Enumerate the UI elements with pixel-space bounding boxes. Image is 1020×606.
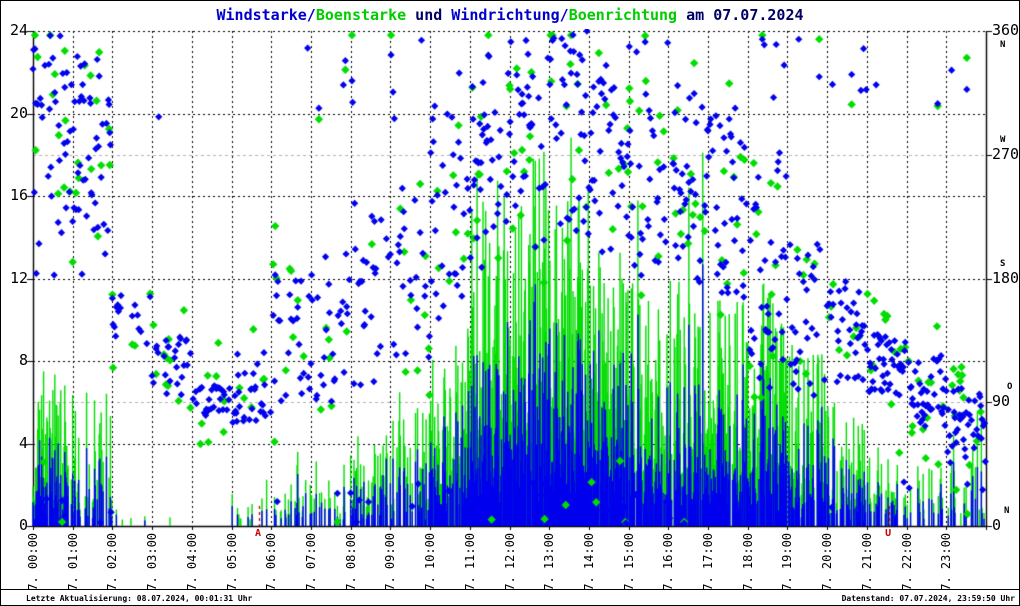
title-windrichtung: Windrichtung [451, 6, 560, 24]
compass-letter: N [1004, 506, 1010, 516]
y-left-tick-label: 24 [9, 21, 28, 39]
x-tick-label: 07. 03:00 [145, 532, 160, 598]
x-tick-label: 07. 10:00 [423, 532, 438, 598]
x-tick-label: 07. 08:00 [343, 532, 358, 598]
y-left-tick-label: 4 [18, 433, 28, 452]
x-tick-label: 07. 18:00 [740, 532, 755, 598]
x-tick-label: 07. 21:00 [859, 532, 874, 598]
x-tick-label: 07. 14:00 [581, 532, 596, 598]
y-left-tick-label: 16 [9, 186, 28, 204]
title-boenrichtung: Boenrichtung [568, 6, 678, 24]
x-tick-label: 07. 07:00 [303, 532, 318, 598]
x-tick-label: 07. 06:00 [264, 532, 279, 598]
x-tick-label: 07. 11:00 [462, 532, 477, 598]
x-tick-label: 07. 22:00 [899, 532, 914, 598]
x-tick-label: 07. 05:00 [224, 532, 239, 598]
compass-letter: O [1007, 382, 1013, 393]
chart-title: Windstarke/Boenstarke und Windrichtung/B… [1, 6, 1019, 24]
chart-plot-area [25, 29, 995, 535]
x-tick-label: 07. 23:00 [939, 532, 954, 598]
x-tick-label: 07. 15:00 [621, 532, 636, 598]
sun-marker-label: U [885, 528, 892, 539]
sun-marker-label: A [254, 528, 261, 539]
title-slash-1: / [306, 6, 316, 24]
y-left-tick-label: 12 [9, 268, 28, 287]
y-right-tick-label: 0 [992, 516, 1002, 534]
title-boenstarke: Boenstarke [315, 6, 407, 24]
title-slash-2: / [559, 6, 569, 24]
x-tick-label: 07. 00:00 [26, 532, 40, 598]
y-right-tick-label: 180 [992, 268, 1020, 287]
compass-letter: S [1000, 258, 1006, 269]
y-left-tick-label: 20 [9, 103, 28, 122]
data-timestamp-text: Datenstand: 07.07.2024, 23:59:50 Uhr [841, 594, 1015, 603]
x-tick-label: 07. 19:00 [780, 532, 795, 598]
x-tick-label: 07. 17:00 [701, 532, 716, 598]
y-right-tick-label: 90 [992, 392, 1011, 411]
compass-letter: N [1000, 40, 1006, 50]
x-tick-label: 07. 02:00 [105, 532, 120, 598]
x-tick-label: 07. 13:00 [542, 532, 557, 598]
y-right-tick-label: 270 [992, 144, 1020, 163]
last-update-text: Letzte Aktualisierung: 08.07.2024, 00:01… [26, 594, 253, 603]
status-bar: Letzte Aktualisierung: 08.07.2024, 00:01… [1, 589, 1019, 605]
x-tick-label: 07. 20:00 [820, 532, 835, 598]
y-left-tick-label: 8 [18, 351, 28, 369]
x-tick-label: 07. 16:00 [661, 532, 676, 598]
title-date: am 07.07.2024 [677, 6, 804, 24]
compass-letter: W [1000, 134, 1006, 145]
x-tick-label: 07. 09:00 [383, 532, 398, 598]
title-windstarke: Windstarke [216, 6, 307, 24]
title-und: und [406, 6, 452, 24]
y-right-tick-label: 360 [992, 21, 1020, 39]
x-tick-label: 07. 01:00 [65, 532, 80, 598]
x-tick-label: 07. 12:00 [502, 532, 517, 598]
chart-frame: Windstarke/Boenstarke und Windrichtung/B… [0, 0, 1020, 606]
y-left-tick-label: 0 [18, 516, 28, 534]
x-tick-label: 07. 04:00 [184, 532, 199, 598]
